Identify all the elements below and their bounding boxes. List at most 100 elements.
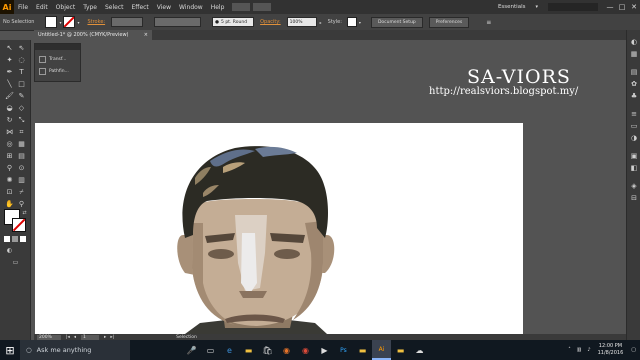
stroke-panel-icon[interactable]: ≡ bbox=[630, 110, 638, 118]
menu-edit[interactable]: Edit bbox=[32, 4, 52, 11]
column-graph-icon[interactable]: ▥ bbox=[17, 176, 26, 185]
menu-effect[interactable]: Effect bbox=[128, 4, 153, 11]
task-view-icon[interactable]: ▭ bbox=[201, 340, 220, 360]
explorer-icon[interactable]: ▬ bbox=[391, 340, 410, 360]
preferences-button[interactable]: Preferences bbox=[428, 16, 470, 28]
symbols-panel-icon[interactable]: ♣ bbox=[630, 92, 638, 100]
document-setup-button[interactable]: Document Setup bbox=[370, 16, 423, 28]
file-explorer-icon[interactable]: ▬ bbox=[239, 340, 258, 360]
illustrator-taskbar-icon[interactable]: Ai bbox=[372, 340, 391, 360]
pen-tool-icon[interactable]: ✒ bbox=[5, 68, 14, 77]
arrange-icon[interactable] bbox=[253, 3, 272, 11]
selection-tool-icon[interactable]: ↖ bbox=[5, 44, 14, 53]
gradient-panel-icon[interactable]: ▭ bbox=[630, 122, 638, 130]
stroke-swatch[interactable] bbox=[63, 16, 76, 28]
next-artboard-icon[interactable]: ▸ bbox=[104, 335, 106, 340]
folder-icon[interactable]: ▬ bbox=[353, 340, 372, 360]
type-tool-icon[interactable]: T bbox=[17, 68, 26, 77]
menu-view[interactable]: View bbox=[153, 4, 175, 11]
menu-window[interactable]: Window bbox=[175, 4, 207, 11]
chrome-icon[interactable]: ◉ bbox=[296, 340, 315, 360]
artboard-tool-icon[interactable]: ⊡ bbox=[5, 188, 14, 197]
lasso-icon[interactable]: ◌ bbox=[17, 56, 26, 65]
symbol-sprayer-icon[interactable]: ✺ bbox=[5, 176, 14, 185]
stock-search-input[interactable] bbox=[548, 3, 598, 11]
firefox-icon[interactable]: ◉ bbox=[277, 340, 296, 360]
fill-swatch[interactable] bbox=[45, 16, 58, 28]
last-artboard-icon[interactable]: ▸| bbox=[110, 335, 114, 340]
zoom-tool-icon[interactable]: ⚲ bbox=[17, 200, 26, 209]
minimize-button[interactable]: — bbox=[604, 3, 616, 11]
width-tool-icon[interactable]: ⋈ bbox=[5, 128, 14, 137]
first-artboard-icon[interactable]: |◂ bbox=[66, 335, 70, 340]
artboard[interactable] bbox=[35, 123, 523, 334]
menu-file[interactable]: File bbox=[14, 4, 32, 11]
rotate-tool-icon[interactable]: ↻ bbox=[5, 116, 14, 125]
stroke-label[interactable]: Stroke: bbox=[87, 19, 105, 25]
panel-menu-icon[interactable]: ≡ bbox=[486, 19, 491, 26]
menu-type[interactable]: Type bbox=[79, 4, 101, 11]
rectangle-tool-icon[interactable]: □ bbox=[17, 80, 26, 89]
variable-width-field[interactable] bbox=[154, 17, 202, 27]
paintbrush-icon[interactable]: 🖌 bbox=[5, 92, 14, 101]
current-tool-status[interactable]: Selection bbox=[176, 335, 197, 340]
brush-definition-field[interactable]: ● 5 pt. Round bbox=[212, 17, 255, 27]
stroke-color-box[interactable] bbox=[12, 218, 26, 232]
color-panel-icon[interactable]: ◐ bbox=[630, 38, 638, 46]
prev-artboard-icon[interactable]: ◂ bbox=[74, 335, 76, 340]
blend-tool-icon[interactable]: ⊙ bbox=[17, 164, 26, 173]
pathfinder-panel-item[interactable]: Pathfin... bbox=[39, 68, 69, 75]
color-guide-icon[interactable]: ▦ bbox=[630, 50, 638, 58]
brushes-panel-icon[interactable]: ✿ bbox=[630, 80, 638, 88]
network-icon[interactable]: ▥ bbox=[577, 347, 582, 353]
stroke-weight-field[interactable] bbox=[111, 17, 144, 27]
tray-chevron-icon[interactable]: ˄ bbox=[568, 347, 571, 353]
hand-tool-icon[interactable]: ✋ bbox=[5, 200, 14, 209]
color-mode-icon[interactable] bbox=[4, 236, 10, 242]
artboard-number-field[interactable]: 1 bbox=[81, 334, 100, 340]
scale-tool-icon[interactable]: ⤡ bbox=[17, 116, 26, 125]
layers-panel-icon[interactable]: ◈ bbox=[630, 182, 638, 190]
draw-mode-icon[interactable]: ◐ bbox=[5, 246, 14, 255]
cloud-icon[interactable]: ☁ bbox=[410, 340, 429, 360]
none-mode-icon[interactable] bbox=[20, 236, 26, 242]
eyedropper-icon[interactable]: ⚲ bbox=[5, 164, 14, 173]
chevron-right-icon[interactable]: ▸ bbox=[320, 20, 322, 25]
close-window-button[interactable]: ✕ bbox=[628, 3, 640, 11]
opacity-label[interactable]: Opacity: bbox=[260, 19, 281, 25]
perspective-grid-icon[interactable]: ▦ bbox=[17, 140, 26, 149]
free-transform-icon[interactable]: ⌗ bbox=[17, 128, 26, 137]
blob-brush-icon[interactable]: ◒ bbox=[5, 104, 14, 113]
slice-tool-icon[interactable]: ⌿ bbox=[17, 188, 26, 197]
screen-mode-icon[interactable]: ▭ bbox=[11, 258, 20, 267]
zoom-field[interactable]: 200% bbox=[37, 334, 61, 340]
swatches-panel-icon[interactable]: ▤ bbox=[630, 68, 638, 76]
panel-header[interactable] bbox=[35, 44, 80, 50]
opacity-field[interactable]: 100% bbox=[286, 17, 317, 27]
shape-builder-icon[interactable]: ◎ bbox=[5, 140, 14, 149]
workspace-switcher[interactable]: Essentials bbox=[498, 4, 526, 10]
appearance-panel-icon[interactable]: ▣ bbox=[630, 152, 638, 160]
cortana-search[interactable]: ○ Ask me anything bbox=[20, 340, 130, 360]
transparency-panel-icon[interactable]: ◑ bbox=[630, 134, 638, 142]
transform-panel-item[interactable]: Transf... bbox=[39, 56, 66, 63]
direct-selection-tool-icon[interactable]: ⇖ bbox=[17, 44, 26, 53]
menu-object[interactable]: Object bbox=[52, 4, 80, 11]
eraser-icon[interactable]: ◇ bbox=[17, 104, 26, 113]
chevron-down-icon[interactable]: ▾ bbox=[77, 20, 79, 25]
chevron-down-icon[interactable]: ▾ bbox=[531, 4, 542, 10]
swap-colors-icon[interactable]: ⇄ bbox=[20, 209, 29, 218]
style-swatch[interactable] bbox=[346, 17, 357, 27]
document-tab[interactable]: Untitled-1* @ 200% (CMYK/Preview) × bbox=[34, 30, 152, 40]
action-center-icon[interactable]: ▢ bbox=[631, 347, 636, 353]
menu-help[interactable]: Help bbox=[207, 4, 229, 11]
menu-select[interactable]: Select bbox=[101, 4, 128, 11]
volume-icon[interactable]: ♪ bbox=[587, 347, 590, 353]
microphone-icon[interactable]: 🎤 bbox=[182, 340, 201, 360]
system-clock[interactable]: 12:00 PM 11/8/2016 bbox=[598, 343, 624, 357]
mesh-tool-icon[interactable]: ⊞ bbox=[5, 152, 14, 161]
artboards-panel-icon[interactable]: ⊟ bbox=[630, 194, 638, 202]
bridge-icon[interactable] bbox=[232, 3, 251, 11]
maximize-button[interactable]: □ bbox=[616, 3, 628, 11]
pencil-icon[interactable]: ✎ bbox=[17, 92, 26, 101]
